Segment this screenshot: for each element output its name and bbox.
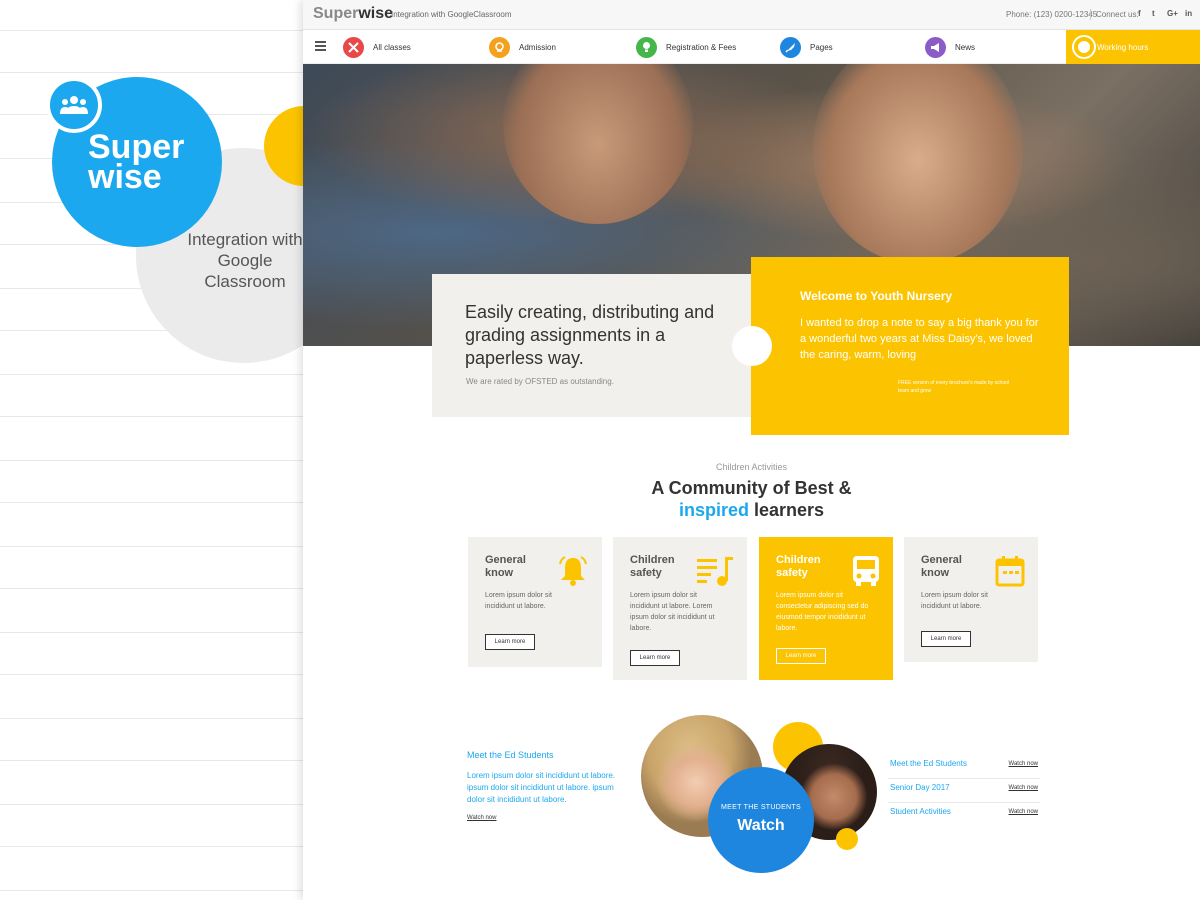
bell-icon — [556, 554, 590, 593]
calendar-icon — [994, 554, 1026, 593]
learn-more-button[interactable]: Learn more — [776, 648, 826, 664]
phone-number: Phone: (123) 0200-12345 — [1006, 10, 1098, 19]
decorative-yellow-dot — [836, 828, 858, 850]
hero-intro-card: Easily creating, distributing and gradin… — [432, 274, 752, 417]
activities-kicker: Children Activities — [715, 462, 788, 472]
site-logo[interactable]: Superwise — [313, 5, 393, 23]
hero-child-left — [503, 64, 693, 224]
nav-all-classes[interactable]: All classes — [343, 35, 411, 59]
megaphone-icon — [925, 36, 946, 58]
twitter-icon[interactable]: t — [1152, 9, 1155, 18]
brand-title: Super wise — [88, 128, 185, 196]
learn-more-button[interactable]: Learn more — [630, 650, 680, 666]
hero-intro-title: Easily creating, distributing and gradin… — [465, 302, 715, 368]
menu-icon[interactable] — [315, 41, 326, 53]
welcome-note: FREE version of every brochure's made by… — [898, 380, 1010, 394]
connect-label: Connect us: — [1096, 10, 1139, 19]
google-plus-icon[interactable]: G+ — [1167, 9, 1178, 18]
activity-card: Children safety Lorem ipsum dolor sit in… — [613, 537, 747, 680]
site-tagline: Integration with GoogleClassroom — [391, 10, 512, 19]
watch-button[interactable]: MEET THE STUDENTS Watch — [708, 767, 814, 873]
brand-subtitle: Integration with Google Classroom — [187, 230, 303, 291]
hero-child-right — [813, 64, 1023, 264]
bus-icon — [851, 554, 881, 593]
nav-pages[interactable]: Pages — [780, 35, 833, 59]
watch-now-link[interactable]: Watch now — [1009, 809, 1038, 815]
video-list-item: Student Activities Watch now — [890, 807, 1038, 816]
watch-now-link[interactable]: Watch now — [1009, 761, 1038, 767]
welcome-body: I wanted to drop a note to say a big tha… — [800, 317, 1039, 361]
website-preview: Superwise Integration with GoogleClassro… — [303, 0, 1200, 900]
activities-title: A Community of Best & inspired learners — [651, 478, 852, 520]
rocket-icon — [780, 36, 801, 58]
nav-news[interactable]: News — [925, 35, 975, 59]
students-title[interactable]: Meet the Ed Students — [467, 750, 554, 760]
video-list-item: Meet the Ed Students Watch now — [888, 755, 1040, 779]
nav-admission[interactable]: Admission — [489, 35, 556, 59]
nav-registration-fees[interactable]: Registration & Fees — [636, 35, 736, 59]
activity-card: General know Lorem ipsum dolor sit incid… — [904, 537, 1038, 662]
linkedin-icon[interactable]: in — [1185, 9, 1192, 18]
clock-icon — [1074, 37, 1094, 57]
divider — [1090, 9, 1091, 20]
learn-more-button[interactable]: Learn more — [485, 634, 535, 650]
video-list-item: Senior Day 2017 Watch now — [888, 779, 1040, 803]
lightbulb-icon — [636, 36, 657, 58]
students-body: Lorem ipsum dolor sit incididunt ut labo… — [467, 771, 616, 804]
playlist-music-icon — [695, 554, 735, 593]
top-bar: Superwise Integration with GoogleClassro… — [303, 0, 1200, 30]
learn-more-button[interactable]: Learn more — [921, 631, 971, 647]
welcome-title: Welcome to Youth Nursery — [800, 289, 953, 303]
hero-intro-note: We are rated by OFSTED as outstanding. — [466, 377, 614, 386]
decorative-circle — [732, 326, 772, 366]
nav-working-hours[interactable]: Working hours — [1066, 30, 1200, 64]
activity-card: General know Lorem ipsum dolor sit incid… — [468, 537, 602, 667]
video-list: Meet the Ed Students Watch now Senior Da… — [888, 755, 1040, 827]
welcome-card: Welcome to Youth Nursery I wanted to dro… — [751, 257, 1069, 435]
activity-card-highlighted: Children safety Lorem ipsum dolor sit co… — [759, 537, 893, 680]
watch-now-link[interactable]: Watch now — [1009, 785, 1038, 791]
google-classroom-icon — [46, 77, 102, 133]
facebook-icon[interactable]: f — [1138, 9, 1141, 18]
admission-icon — [489, 36, 510, 58]
watch-now-link[interactable]: Watch now — [467, 815, 496, 821]
pencil-ruler-icon — [343, 36, 364, 58]
